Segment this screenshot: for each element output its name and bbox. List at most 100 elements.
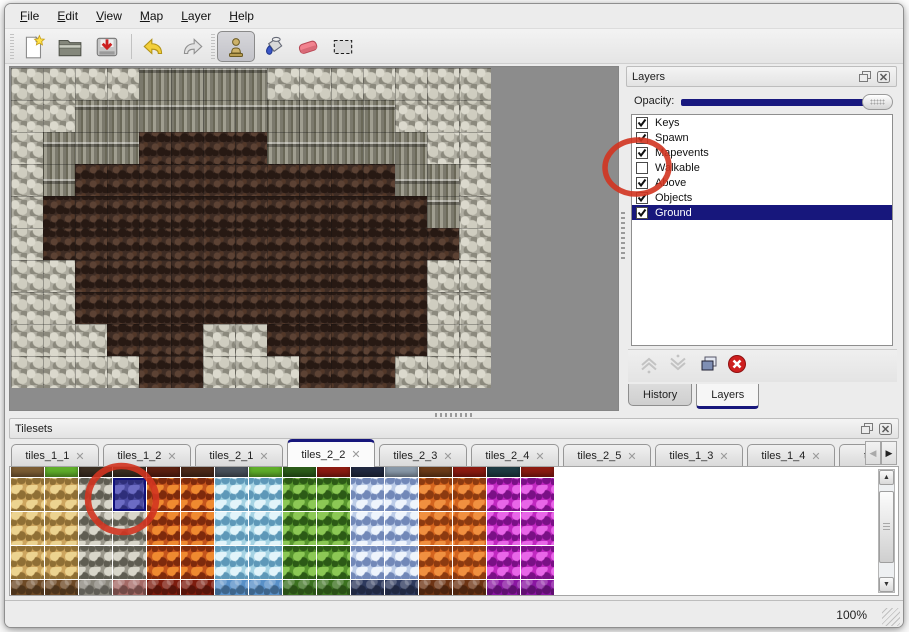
map-tile-rock[interactable] [427,68,459,100]
tileset-tile[interactable] [317,512,350,545]
tileset-tile[interactable] [215,512,248,545]
tileset-tile[interactable] [453,580,486,596]
tileset-tile[interactable] [215,478,248,511]
float-panel-button[interactable] [858,70,873,84]
vertical-splitter[interactable] [621,212,625,262]
layer-row-spawn[interactable]: Spawn [632,130,892,145]
map-tile-rock-wall-face[interactable] [427,164,459,196]
map-tile-rock[interactable] [427,356,459,388]
layer-visibility-checkbox-ground[interactable] [636,207,648,219]
tileset-tile[interactable] [181,546,214,579]
tab-close-icon[interactable]: ✕ [811,450,820,463]
map-tile-rock-wall-face[interactable] [75,100,107,132]
tileset-tile[interactable] [79,512,112,545]
map-tile-rock[interactable] [427,100,459,132]
tileset-tile[interactable] [453,466,486,477]
close-panel-button[interactable] [876,70,891,84]
tileset-tile[interactable] [147,580,180,596]
map-tile-rock[interactable] [459,292,491,324]
map-tile-cave-floor[interactable] [331,324,363,356]
map-tile-cave-floor[interactable] [363,260,395,292]
duplicate-layer-button[interactable] [696,354,721,379]
map-tile-cave-floor[interactable] [139,164,171,196]
map-tile-rock[interactable] [203,356,235,388]
tileset-tile[interactable] [147,466,180,477]
map-tile-rock[interactable] [11,196,43,228]
map-tile-cave-floor[interactable] [171,260,203,292]
tileset-tile[interactable] [181,580,214,596]
map-tile-cave-floor[interactable] [267,324,299,356]
map-tile-cave-floor[interactable] [107,324,139,356]
tab-close-icon[interactable]: ✕ [167,450,176,463]
tileset-tile[interactable] [487,512,520,545]
map-tile-rock-wall-face[interactable] [75,132,107,164]
map-tile-rock[interactable] [203,324,235,356]
map-tile-rock[interactable] [43,260,75,292]
tileset-tab-tiles_1_4[interactable]: tiles_1_4✕ [747,444,835,467]
map-tile-rock[interactable] [11,68,43,100]
layer-row-above[interactable]: Above [632,175,892,190]
tileset-tile[interactable] [351,580,384,596]
close-panel-button[interactable] [878,422,893,436]
save-file-button[interactable] [92,32,122,61]
map-tile-rock[interactable] [459,260,491,292]
scroll-down-button[interactable]: ▼ [879,577,894,592]
layer-visibility-checkbox-mapevents[interactable] [636,147,648,159]
tileset-tile[interactable] [11,466,44,477]
menu-help[interactable]: Help [220,5,263,27]
scrollbar-thumb[interactable] [879,491,894,563]
map-tile-cave-floor[interactable] [171,132,203,164]
tileset-tile[interactable] [317,466,350,477]
map-tile-rock[interactable] [427,260,459,292]
map-tile-cave-floor[interactable] [75,292,107,324]
map-tile-cave-floor[interactable] [203,196,235,228]
tileset-tile[interactable] [249,466,282,477]
new-file-button[interactable] [19,32,49,61]
map-tile-cave-floor[interactable] [75,196,107,228]
tileset-tile[interactable] [521,466,554,477]
tab-close-icon[interactable]: ✕ [75,450,84,463]
map-tile-cave-floor[interactable] [363,196,395,228]
map-tile-rock-wall-face[interactable] [395,164,427,196]
dock-tab-history[interactable]: History [628,384,692,406]
tab-close-icon[interactable]: ✕ [627,450,636,463]
tileset-tile[interactable] [249,512,282,545]
tileset-tab-tiles_2_3[interactable]: tiles_2_3✕ [379,444,467,467]
tileset-tile[interactable] [45,512,78,545]
map-tile-rock-wall-face[interactable] [299,100,331,132]
undo-button[interactable] [139,32,169,61]
tileset-tab-tiles_2_5[interactable]: tiles_2_5✕ [563,444,651,467]
tileset-tile[interactable] [487,478,520,511]
map-tile-rock-wall-face[interactable] [267,100,299,132]
map-tile-cave-floor[interactable] [139,324,171,356]
tileset-tile[interactable] [215,546,248,579]
fill-tool-button[interactable] [258,32,288,61]
map-tile-rock[interactable] [459,196,491,228]
tileset-tile[interactable] [147,512,180,545]
map-tile-cave-floor[interactable] [139,356,171,388]
tileset-tile[interactable] [521,478,554,511]
map-tile-cave-floor[interactable] [395,196,427,228]
map-tile-cave-floor[interactable] [107,260,139,292]
map-tile-rock[interactable] [459,164,491,196]
layer-visibility-checkbox-above[interactable] [636,177,648,189]
scroll-up-button[interactable]: ▲ [879,470,894,485]
map-tile-rock[interactable] [395,68,427,100]
map-tile-rock[interactable] [235,324,267,356]
map-tile-cave-floor[interactable] [235,260,267,292]
layer-row-ground[interactable]: Ground [632,205,892,220]
layer-row-walkable[interactable]: Walkable [632,160,892,175]
map-tile-cave-floor[interactable] [299,228,331,260]
map-tile-cave-floor[interactable] [171,324,203,356]
tileset-tile[interactable] [79,466,112,477]
map-tile-rock-wall-face[interactable] [203,68,235,100]
map-tile-cave-floor[interactable] [331,260,363,292]
tileset-tile[interactable] [317,478,350,511]
tileset-tile[interactable] [215,580,248,596]
tileset-tile[interactable] [45,580,78,596]
tileset-tile[interactable] [249,478,282,511]
map-tile-cave-floor[interactable] [331,228,363,260]
opacity-slider[interactable] [681,99,887,106]
map-tile-cave-floor[interactable] [43,196,75,228]
tileset-tile[interactable] [419,546,452,579]
